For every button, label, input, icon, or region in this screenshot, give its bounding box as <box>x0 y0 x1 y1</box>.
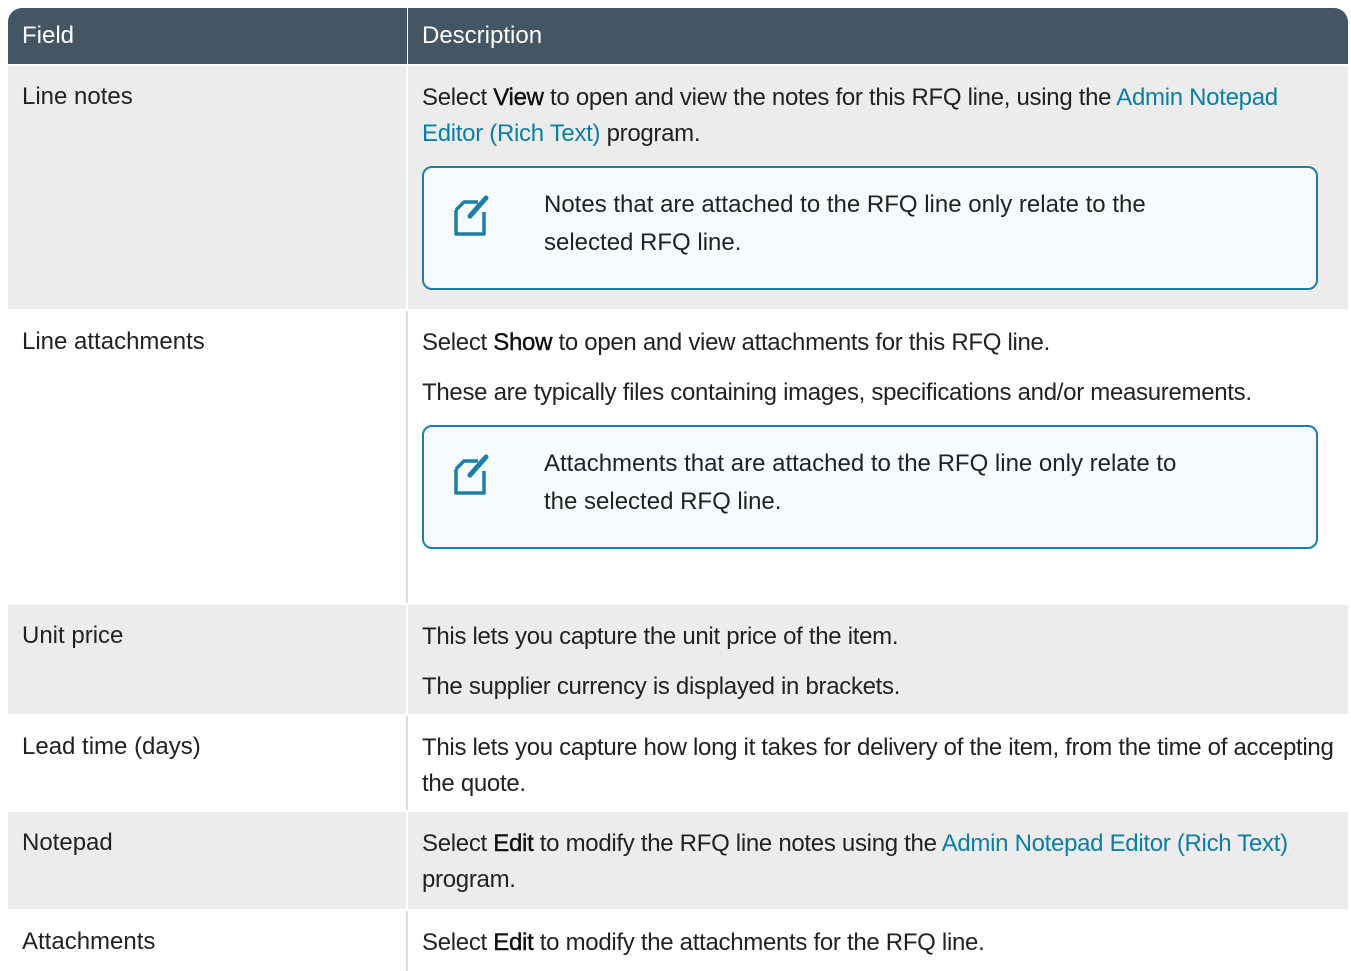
description-text: Select Edit to modify the RFQ line notes… <box>422 830 1288 893</box>
link-admin-notepad-editor[interactable]: Admin Notepad Editor (Rich Text) <box>942 830 1288 857</box>
keyword-view: View <box>493 84 544 111</box>
table-header: Field Description <box>8 8 1348 64</box>
field-notepad: Notepad <box>8 812 408 909</box>
table-row: Line attachments Select Show to open and… <box>8 309 1348 603</box>
description-text: These are typically files containing ima… <box>422 379 1252 406</box>
description-text: Select Edit to modify the attachments fo… <box>422 929 985 956</box>
field-description-table: Field Description Line notes Select View… <box>8 8 1348 971</box>
note-box: Attachments that are attached to the RFQ… <box>422 425 1318 549</box>
header-field: Field <box>8 8 408 64</box>
field-line-notes: Line notes <box>8 66 408 309</box>
field-line-attachments: Line attachments <box>8 311 408 603</box>
description-text: Select View to open and view the notes f… <box>422 84 1278 147</box>
field-unit-price: Unit price <box>8 605 408 714</box>
keyword-show: Show <box>493 329 553 356</box>
header-description: Description <box>422 22 543 49</box>
description-text: Select Show to open and view attachments… <box>422 329 1050 356</box>
note-edit-icon <box>448 186 544 262</box>
note-text: Attachments that are attached to the RFQ… <box>544 450 1177 515</box>
table-row: Attachments Select Edit to modify the at… <box>8 909 1348 971</box>
description-text: This lets you capture the unit price of … <box>422 623 899 650</box>
table-row: Unit price This lets you capture the uni… <box>8 603 1348 714</box>
field-lead-time: Lead time (days) <box>8 716 408 810</box>
description-text: The supplier currency is displayed in br… <box>422 673 901 700</box>
note-text: Notes that are attached to the RFQ line … <box>544 191 1146 256</box>
note-edit-icon <box>448 445 544 521</box>
table-row: Notepad Select Edit to modify the RFQ li… <box>8 810 1348 909</box>
table-row: Lead time (days) This lets you capture h… <box>8 714 1348 810</box>
field-attachments: Attachments <box>8 911 408 971</box>
table-row: Line notes Select View to open and view … <box>8 64 1348 309</box>
keyword-edit: Edit <box>493 929 534 956</box>
note-box: Notes that are attached to the RFQ line … <box>422 166 1318 290</box>
keyword-edit: Edit <box>493 830 534 857</box>
description-text: This lets you capture how long it takes … <box>422 734 1334 797</box>
